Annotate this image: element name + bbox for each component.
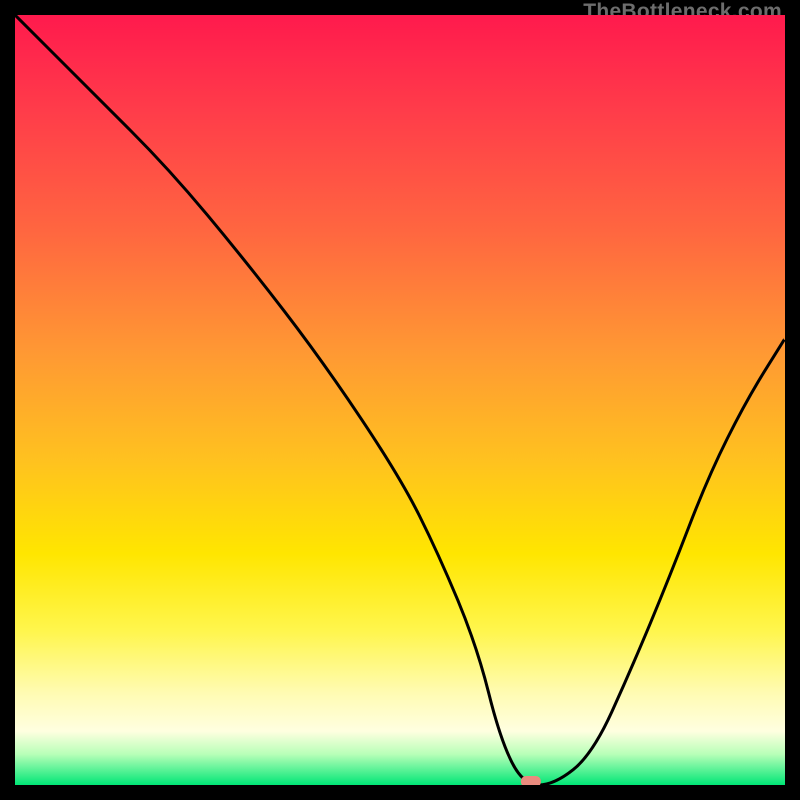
plot-area — [15, 15, 785, 785]
chart-frame: TheBottleneck.com — [0, 0, 800, 800]
bottleneck-curve-path — [15, 15, 785, 785]
optimal-marker — [521, 776, 541, 785]
curve-svg — [15, 15, 785, 785]
